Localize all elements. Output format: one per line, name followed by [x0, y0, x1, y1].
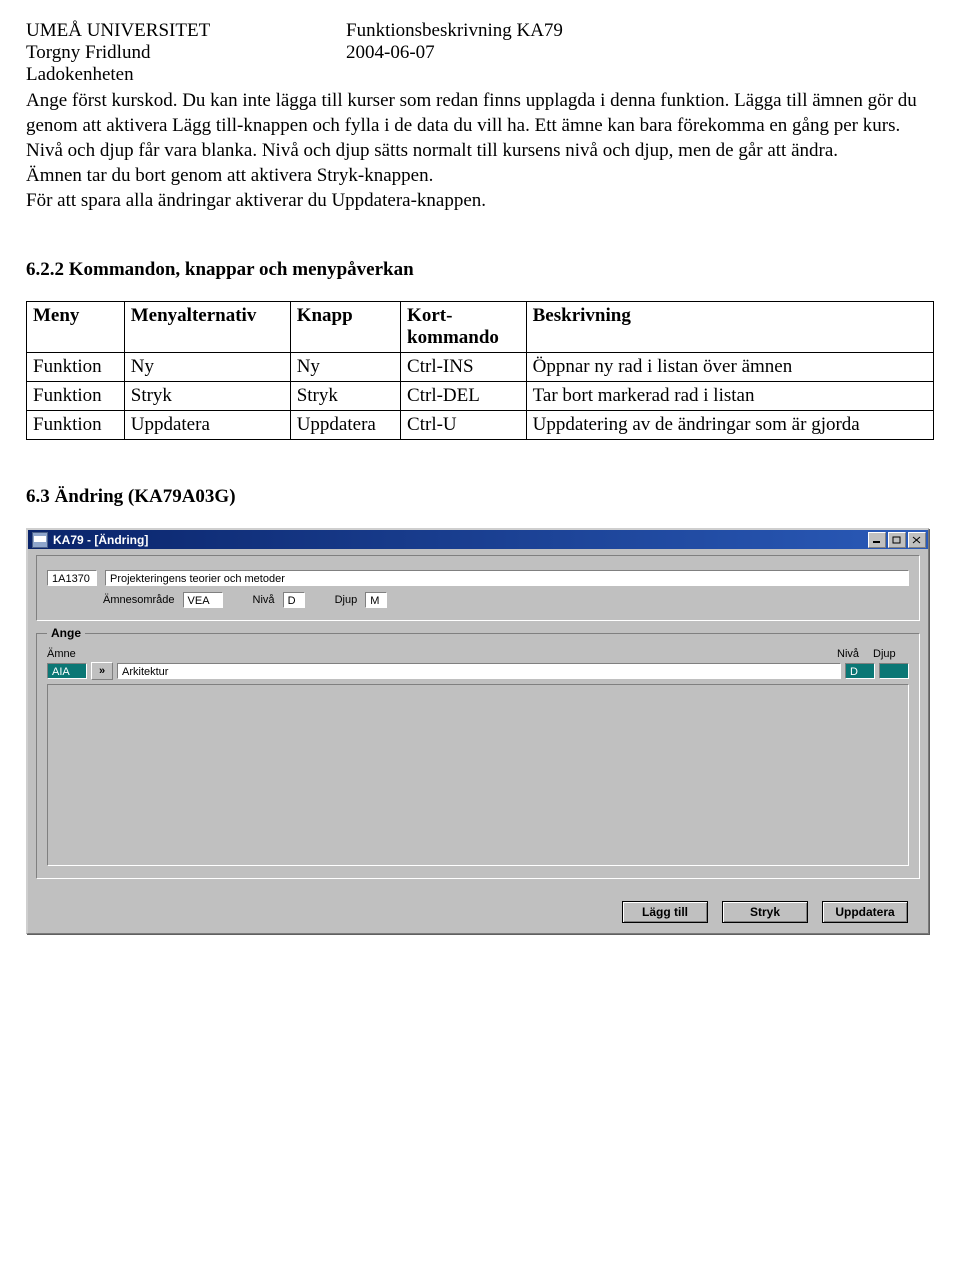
update-button[interactable]: Uppdatera — [822, 901, 908, 923]
course-info-panel: 1A1370 Projekteringens teorier och metod… — [36, 555, 920, 621]
close-button[interactable] — [908, 532, 926, 548]
window-title: KA79 - [Ändring] — [53, 533, 868, 547]
table-cell: Uppdatering av de ändringar som är gjord… — [526, 411, 933, 440]
header-author: Torgny Fridlund — [26, 42, 346, 64]
app-window: KA79 - [Ändring] 1A1370 Projekteringens … — [26, 528, 929, 934]
course-name-field: Projekteringens teorier och metoder — [105, 570, 909, 586]
th-kortkommando: Kort- kommando — [401, 302, 527, 353]
delete-button[interactable]: Stryk — [722, 901, 808, 923]
table-cell: Ny — [124, 353, 290, 382]
table-row: FunktionUppdateraUppdateraCtrl-UUppdater… — [27, 411, 934, 440]
maximize-button[interactable] — [888, 532, 906, 548]
lookup-button[interactable]: » — [91, 662, 113, 680]
amne-code-input[interactable]: AIA — [47, 663, 87, 679]
add-button[interactable]: Lägg till — [622, 901, 708, 923]
ange-djup-input[interactable] — [879, 663, 909, 679]
table-cell: Tar bort markerad rad i listan — [526, 382, 933, 411]
amnesomrade-label: Ämnesområde — [103, 594, 175, 606]
system-menu-icon[interactable] — [32, 532, 48, 548]
niva-label: Nivå — [253, 594, 275, 606]
header-org: UMEÅ UNIVERSITET — [26, 20, 346, 42]
table-cell: Funktion — [27, 382, 125, 411]
table-cell: Ctrl-INS — [401, 353, 527, 382]
djup-field: M — [365, 592, 387, 608]
ange-legend: Ange — [47, 626, 85, 640]
table-cell: Funktion — [27, 411, 125, 440]
th-meny: Meny — [27, 302, 125, 353]
table-cell: Funktion — [27, 353, 125, 382]
table-cell: Stryk — [124, 382, 290, 411]
header-unit: Ladokenheten — [26, 64, 346, 86]
ange-list-area[interactable] — [47, 684, 909, 866]
header-date: 2004-06-07 — [346, 42, 934, 64]
ange-niva-input[interactable]: D — [845, 663, 875, 679]
col-header-niva: Nivå — [837, 648, 873, 660]
table-cell: Ctrl-U — [401, 411, 527, 440]
th-menyalt: Menyalternativ — [124, 302, 290, 353]
table-row: FunktionStrykStrykCtrl-DELTar bort marke… — [27, 382, 934, 411]
col-header-amne: Ämne — [47, 648, 837, 660]
table-cell: Ny — [290, 353, 400, 382]
table-cell: Uppdatera — [290, 411, 400, 440]
header-doc: Funktionsbeskrivning KA79 — [346, 20, 934, 42]
bottom-button-bar: Lägg till Stryk Uppdatera — [36, 891, 920, 923]
section-6-3-heading: 6.3 Ändring (KA79A03G) — [26, 486, 934, 508]
th-knapp: Knapp — [290, 302, 400, 353]
course-code-field[interactable]: 1A1370 — [47, 570, 97, 586]
minimize-button[interactable] — [868, 532, 886, 548]
doc-header: UMEÅ UNIVERSITET Torgny Fridlund Ladoken… — [26, 20, 934, 86]
table-cell: Uppdatera — [124, 411, 290, 440]
amne-desc-field: Arkitektur — [117, 663, 841, 679]
ange-panel: Ange Ämne Nivå Djup AIA » Arkitektur D — [36, 633, 920, 879]
th-beskrivning: Beskrivning — [526, 302, 933, 353]
table-cell: Ctrl-DEL — [401, 382, 527, 411]
titlebar[interactable]: KA79 - [Ändring] — [28, 530, 928, 549]
body-paragraph: Ange först kurskod. Du kan inte lägga ti… — [26, 88, 934, 213]
section-6-2-2-heading: 6.2.2 Kommandon, knappar och menypåverka… — [26, 259, 934, 281]
amnesomrade-field: VEA — [183, 592, 223, 608]
niva-field: D — [283, 592, 305, 608]
command-table: Meny Menyalternativ Knapp Kort- kommando… — [26, 301, 934, 440]
col-header-djup: Djup — [873, 648, 909, 660]
table-row: FunktionNyNyCtrl-INSÖppnar ny rad i list… — [27, 353, 934, 382]
djup-label: Djup — [335, 594, 358, 606]
table-cell: Öppnar ny rad i listan över ämnen — [526, 353, 933, 382]
table-cell: Stryk — [290, 382, 400, 411]
